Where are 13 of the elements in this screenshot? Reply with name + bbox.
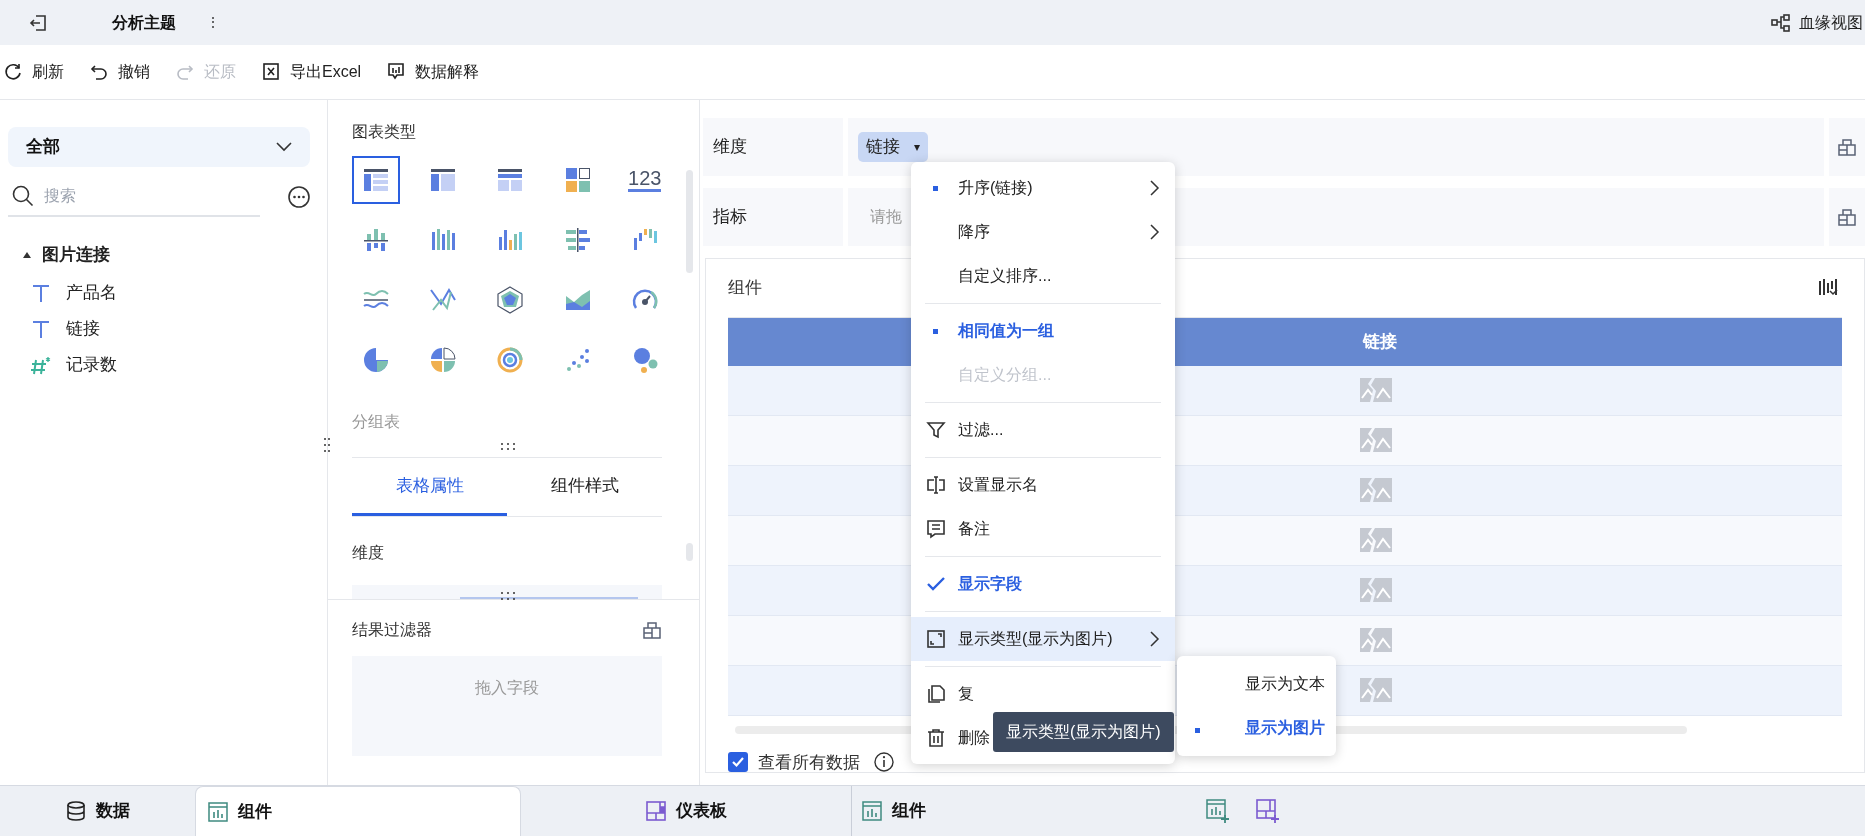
drop-hint: 拖入字段 — [475, 678, 539, 698]
shelf-label: 维度 — [713, 136, 747, 159]
shelf-placeholder: 请拖 — [870, 207, 902, 227]
section-title: 图表类型 — [352, 122, 417, 142]
shelf-label: 指标 — [713, 206, 747, 229]
chart-type-name: 分组表 — [352, 412, 401, 432]
card-title: 组件 — [728, 277, 762, 299]
column-header: 链接 — [1363, 330, 1397, 353]
checkbox-label: 查看所有数据 — [758, 751, 860, 774]
section-title: 维度 — [352, 543, 385, 563]
section-title: 结果过滤器 — [352, 620, 432, 640]
tooltip: 显示类型(显示为图片) — [993, 712, 1174, 752]
page-title: 分析主题 — [112, 12, 176, 33]
